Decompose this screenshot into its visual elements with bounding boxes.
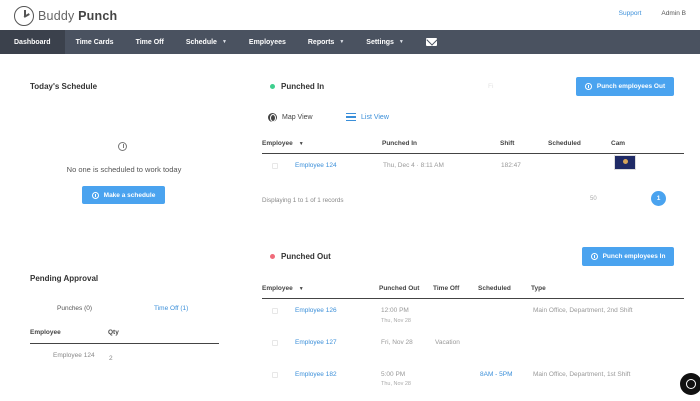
punched-out-date: Thu, Nov 28 [381, 318, 411, 324]
nav-time-off[interactable]: Time Off [125, 30, 175, 54]
punch-out-button[interactable]: Punch employees Out [576, 77, 674, 96]
punched-in-time: Thu, Dec 4 · 8:11 AM [383, 162, 444, 169]
punched-out-time: 12:00 PM [381, 307, 409, 314]
row-checkbox[interactable] [272, 163, 278, 169]
punched-out-time: Fri, Nov 28 [381, 339, 413, 346]
main-nav: Dashboard Time Cards Time Off Schedule ▼ … [0, 30, 700, 54]
tab-time-off[interactable]: Time Off (1) [154, 305, 188, 312]
mail-icon[interactable] [425, 38, 437, 46]
col-time-off: Time Off [433, 285, 460, 292]
sort-caret-icon: ▼ [298, 286, 304, 292]
nav-time-cards[interactable]: Time Cards [65, 30, 125, 54]
pending-approval-title: Pending Approval [30, 274, 99, 283]
divider [262, 153, 684, 154]
col-cam: Cam [611, 140, 626, 147]
map-view-link[interactable]: Map View [268, 113, 313, 122]
punched-out-title: Punched Out [281, 252, 331, 261]
clock-icon [590, 253, 598, 260]
sort-caret-icon: ▼ [298, 141, 304, 147]
nav-reports[interactable]: Reports ▼ [297, 30, 355, 54]
pending-employee[interactable]: Employee 124 [53, 352, 95, 359]
employee-link[interactable]: Employee 126 [295, 307, 337, 314]
status-dot-in [270, 84, 275, 89]
col-scheduled: Scheduled [478, 285, 511, 292]
divider [262, 298, 684, 299]
todays-schedule-title: Today's Schedule [30, 82, 98, 91]
brand-logo[interactable]: Buddy Punch [14, 6, 117, 26]
records-count: Displaying 1 to 1 of 1 records [262, 197, 344, 204]
col-punched-out: Punched Out [379, 285, 420, 292]
employee-link[interactable]: Employee 124 [295, 162, 337, 169]
clock-icon [584, 83, 592, 90]
nav-dashboard[interactable]: Dashboard [0, 30, 65, 54]
row-checkbox[interactable] [272, 308, 278, 314]
nav-schedule[interactable]: Schedule ▼ [175, 30, 238, 54]
clock-logo-icon [14, 6, 34, 26]
shift-type: Main Office, Department, 2nd Shift [533, 307, 633, 314]
col-employee[interactable]: Employee ▼ [262, 285, 304, 292]
col-scheduled: Scheduled [548, 140, 581, 147]
col-shift: Shift [500, 140, 515, 147]
chevron-down-icon: ▼ [339, 39, 345, 45]
support-link[interactable]: Support [619, 10, 642, 17]
chat-icon[interactable] [680, 373, 700, 395]
shift-duration: 182:47 [501, 162, 521, 169]
punched-in-title: Punched In [281, 82, 325, 91]
clock-icon [118, 142, 127, 151]
page-1-button[interactable]: 1 [651, 191, 666, 206]
make-schedule-button[interactable]: Make a schedule [82, 186, 165, 204]
scheduled-time: 8AM - 5PM [480, 371, 513, 378]
time-off-type: Vacation [435, 339, 460, 346]
chevron-down-icon: ▼ [221, 39, 227, 45]
row-checkbox[interactable] [272, 372, 278, 378]
employee-link[interactable]: Employee 182 [295, 371, 337, 378]
pending-qty: 2 [109, 355, 113, 362]
list-view-link[interactable]: List View [346, 113, 389, 121]
col-type: Type [531, 285, 546, 292]
tab-punches[interactable]: Punches (0) [57, 305, 92, 312]
nav-settings[interactable]: Settings ▼ [355, 30, 415, 54]
col-qty: Qty [108, 329, 119, 336]
shift-type: Main Office, Department, 1st Shift [533, 371, 631, 378]
punched-out-date: Thu, Nov 28 [381, 381, 411, 387]
nav-employees[interactable]: Employees [238, 30, 297, 54]
empty-schedule-message: No one is scheduled to work today [66, 165, 182, 174]
row-checkbox[interactable] [272, 340, 278, 346]
col-employee: Employee [30, 329, 61, 336]
divider [30, 343, 219, 344]
punch-in-button[interactable]: Punch employees In [582, 247, 674, 266]
col-employee[interactable]: Employee ▼ [262, 140, 304, 147]
employee-link[interactable]: Employee 127 [295, 339, 337, 346]
globe-icon [268, 113, 277, 122]
user-menu[interactable]: Admin B [661, 10, 686, 17]
status-dot-out [270, 254, 275, 259]
col-punched-in: Punched In [382, 140, 418, 147]
chevron-down-icon: ▼ [398, 39, 404, 45]
faint-text: Fi [488, 83, 494, 90]
clock-icon [91, 191, 99, 199]
list-icon [346, 113, 356, 121]
cam-photo[interactable] [614, 155, 636, 170]
top-header: Buddy Punch Support Admin B [0, 0, 700, 30]
brand-name: Buddy Punch [38, 9, 118, 23]
punched-out-time: 5:00 PM [381, 371, 406, 378]
page-size-select[interactable]: 50 [590, 196, 597, 202]
